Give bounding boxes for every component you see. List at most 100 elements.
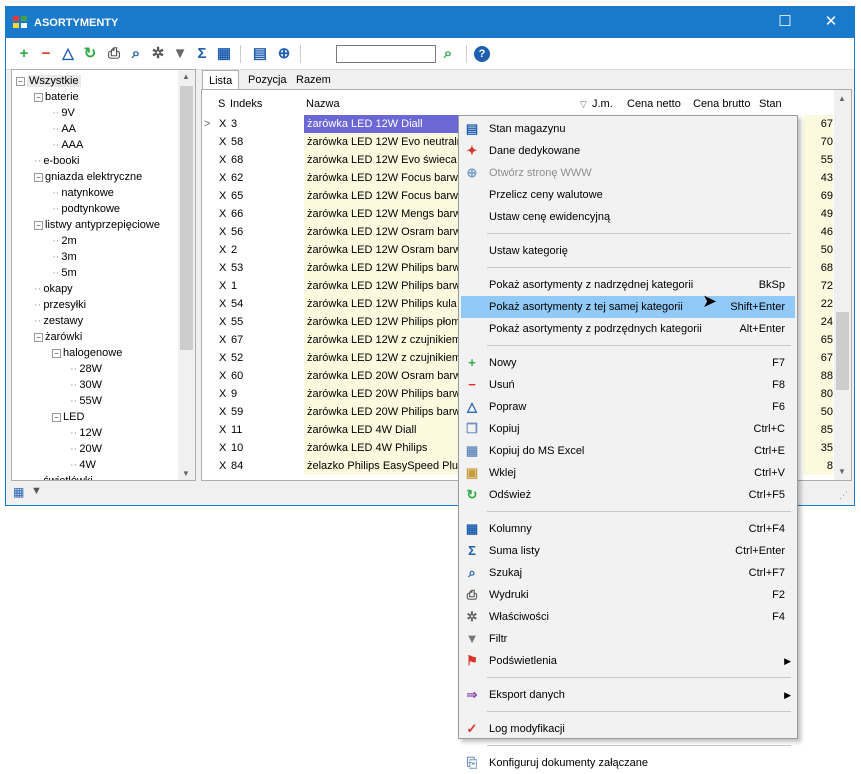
menu-item[interactable]: △ Popraw F6 (461, 396, 795, 418)
column-header-nazwa[interactable]: Nazwa (306, 96, 340, 112)
tree-item[interactable]: ·· AA (52, 121, 76, 137)
web-icon[interactable]: ⊕ (274, 44, 294, 64)
stock-icon[interactable]: ▤ (250, 44, 270, 64)
menu-item[interactable]: Ustaw kategorię (461, 240, 795, 262)
tree-item[interactable]: − gniazda elektryczne (34, 169, 142, 185)
settings-icon[interactable]: ✲ (148, 44, 168, 64)
menu-item[interactable]: ⚑ Podświetlenia ▶ (461, 650, 795, 672)
tree-collapse-icon[interactable]: − (34, 220, 43, 230)
menu-item[interactable]: ⇒ Eksport danych ▶ (461, 684, 795, 706)
menu-item[interactable]: Σ Suma listy Ctrl+Enter (461, 540, 795, 562)
tree-item[interactable]: ·· e-booki (34, 153, 79, 169)
menu-item[interactable]: Pokaż asortymenty z podrzędnych kategori… (461, 318, 795, 340)
menu-item[interactable]: ⊕ Otwórz stronę WWW (461, 162, 795, 184)
tree-item[interactable]: ·· okapy (34, 281, 73, 297)
grid-view-icon[interactable]: ▦ (13, 485, 24, 499)
menu-item[interactable]: ▦ Kopiuj do MS Excel Ctrl+E (461, 440, 795, 462)
menu-item[interactable]: ▦ Kolumny Ctrl+F4 (461, 518, 795, 540)
help-icon[interactable]: ? (474, 46, 490, 62)
tree-item[interactable]: ·· 20W (70, 441, 102, 457)
filter-icon[interactable]: ▼ (31, 485, 42, 497)
column-header-s[interactable]: S (218, 96, 225, 112)
grid-scrollbar[interactable]: ▲ ▼ (834, 90, 851, 480)
tree-item[interactable]: − halogenowe (52, 345, 122, 361)
column-header-stan[interactable]: Stan (759, 96, 782, 112)
refresh-icon[interactable]: ↻ (80, 44, 100, 64)
menu-item[interactable]: − Usuń F8 (461, 374, 795, 396)
tree-item[interactable]: ·· 2m (52, 233, 77, 249)
tree-item[interactable]: − żarówki (34, 329, 82, 345)
edit-icon[interactable]: △ (58, 44, 78, 64)
column-header-brutto[interactable]: Cena brutto (693, 96, 750, 112)
tree-scrollbar[interactable]: ▲ ▼ (178, 70, 195, 480)
tree-collapse-icon[interactable]: − (52, 348, 61, 358)
column-header-indeks[interactable]: Indeks (230, 96, 262, 112)
tree-item[interactable]: − LED (52, 409, 84, 425)
menu-item[interactable]: ⎙ Wydruki F2 (461, 584, 795, 606)
tab-pozycja[interactable]: Pozycja (242, 70, 293, 90)
menu-item[interactable]: ▼ Filtr (461, 628, 795, 650)
column-header-jm[interactable]: J.m. (592, 96, 613, 112)
tab-lista[interactable]: Lista (202, 70, 240, 90)
menu-item[interactable]: ▤ Stan magazynu (461, 118, 795, 140)
tree-item[interactable]: ·· 3m (52, 249, 77, 265)
add-icon[interactable]: + (14, 44, 34, 64)
menu-item-label: Odśwież (489, 489, 532, 501)
menu-item-label: Pokaż asortymenty z tej samej kategorii (489, 301, 683, 313)
tree-item[interactable]: ·· przesyłki (34, 297, 86, 313)
menu-item[interactable]: ↻ Odśwież Ctrl+F5 (461, 484, 795, 506)
menu-item[interactable]: ⌕ Szukaj Ctrl+F7 (461, 562, 795, 584)
tree-item[interactable]: ·· 30W (70, 377, 102, 393)
columns-icon[interactable]: ▦ (214, 44, 234, 64)
menu-item[interactable]: ❐ Kopiuj Ctrl+C (461, 418, 795, 440)
search-go-icon[interactable]: ⌕ (438, 44, 458, 64)
menu-item[interactable]: ✦ Dane dedykowane (461, 140, 795, 162)
tree-scroll-thumb[interactable] (180, 86, 193, 350)
tree-item[interactable]: ·· natynkowe (52, 185, 114, 201)
tree-item[interactable]: ·· AAA (52, 137, 83, 153)
tree-item[interactable]: ·· 9V (52, 105, 75, 121)
cell-stan: 80 (803, 385, 833, 403)
tree-item[interactable]: − Wszystkie (16, 73, 81, 89)
tab-razem[interactable]: Razem (290, 70, 337, 90)
close-icon[interactable]: ✕ (808, 7, 854, 38)
minimize-icon[interactable]: ☐ (762, 7, 808, 38)
tree-collapse-icon[interactable]: − (52, 412, 61, 422)
resize-grip-icon[interactable]: ⋰ (839, 490, 848, 501)
grid-scroll-thumb[interactable] (836, 312, 849, 390)
column-header-netto[interactable]: Cena netto (627, 96, 681, 112)
menu-item[interactable]: Pokaż asortymenty z tej samej kategorii S… (461, 296, 795, 318)
title-bar[interactable]: ASORTYMENTY ☐ ✕ (6, 7, 854, 38)
search-input[interactable] (336, 45, 436, 63)
tree-item[interactable]: ·· 55W (70, 393, 102, 409)
menu-item[interactable]: Przelicz ceny walutowe (461, 184, 795, 206)
delete-icon[interactable]: − (36, 44, 56, 64)
search-icon[interactable]: ⌕ (126, 44, 146, 64)
menu-item[interactable]: + Nowy F7 (461, 352, 795, 374)
tree-line-icon: ·· (70, 395, 78, 407)
tree-collapse-icon[interactable]: − (16, 76, 25, 86)
sum-icon[interactable]: Σ (192, 44, 212, 64)
tree-item[interactable]: ·· zestawy (34, 313, 83, 329)
custom-data-icon: ✦ (466, 143, 478, 158)
tree-item[interactable]: ·· 4W (70, 457, 96, 473)
tree-collapse-icon[interactable]: − (34, 92, 43, 102)
tree-collapse-icon[interactable]: − (34, 172, 43, 182)
menu-item[interactable]: ✲ Właściwości F4 (461, 606, 795, 628)
filter-icon[interactable]: ▼ (170, 44, 190, 64)
menu-separator (487, 677, 791, 678)
tree-item[interactable]: ·· podtynkowe (52, 201, 120, 217)
menu-item[interactable]: ✓ Log modyfikacji (461, 718, 795, 740)
tree-item[interactable]: ·· 28W (70, 361, 102, 377)
menu-item[interactable]: ▣ Wklej Ctrl+V (461, 462, 795, 484)
tree-collapse-icon[interactable]: − (34, 332, 43, 342)
print-icon[interactable]: ⎙ (104, 44, 124, 64)
menu-item[interactable]: Pokaż asortymenty z nadrzędnej kategorii… (461, 274, 795, 296)
tree-item[interactable]: − baterie (34, 89, 79, 105)
tree-item[interactable]: ·· 5m (52, 265, 77, 281)
tree-item[interactable]: − listwy antyprzepięciowe (34, 217, 160, 233)
menu-item[interactable]: Ustaw cenę ewidencyjną (461, 206, 795, 228)
menu-item[interactable]: ⎘ Konfiguruj dokumenty załączane (461, 752, 795, 774)
tree-item[interactable]: ·· świetlówki (34, 473, 93, 480)
tree-item[interactable]: ·· 12W (70, 425, 102, 441)
